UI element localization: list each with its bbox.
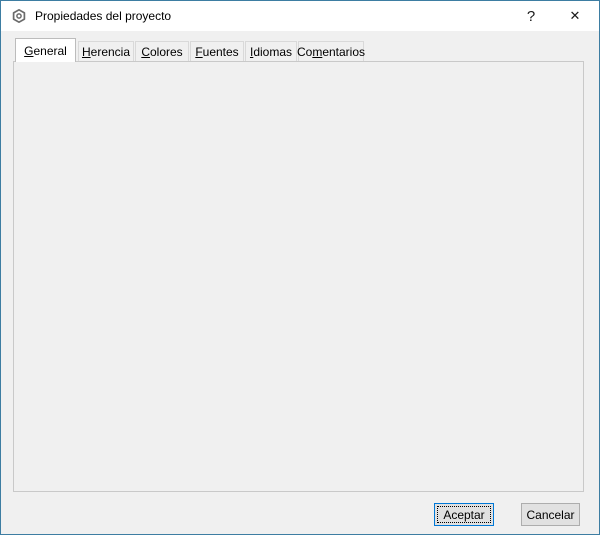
close-button[interactable]: ✕ [555,1,595,31]
tab-colores[interactable]: Colores [135,41,189,61]
close-icon: ✕ [570,8,581,24]
help-button[interactable]: ? [511,1,551,31]
help-icon: ? [527,8,535,25]
tab-general[interactable]: General [15,38,76,62]
dialog-propiedades-proyecto: Propiedades del proyecto ? ✕ General Her… [0,0,600,535]
title-bar[interactable]: Propiedades del proyecto ? ✕ [1,1,599,31]
aceptar-button[interactable]: Aceptar [434,503,494,526]
cancelar-button[interactable]: Cancelar [521,503,580,526]
tab-herencia[interactable]: Herencia [78,41,134,61]
tab-idiomas[interactable]: Idiomas [245,41,297,61]
dialog-title: Propiedades del proyecto [35,9,171,23]
tab-fuentes[interactable]: Fuentes [190,41,244,61]
tab-pane-general [13,61,584,492]
tab-comentarios[interactable]: Comentarios [298,41,364,61]
velneo-logo-icon [11,8,27,24]
